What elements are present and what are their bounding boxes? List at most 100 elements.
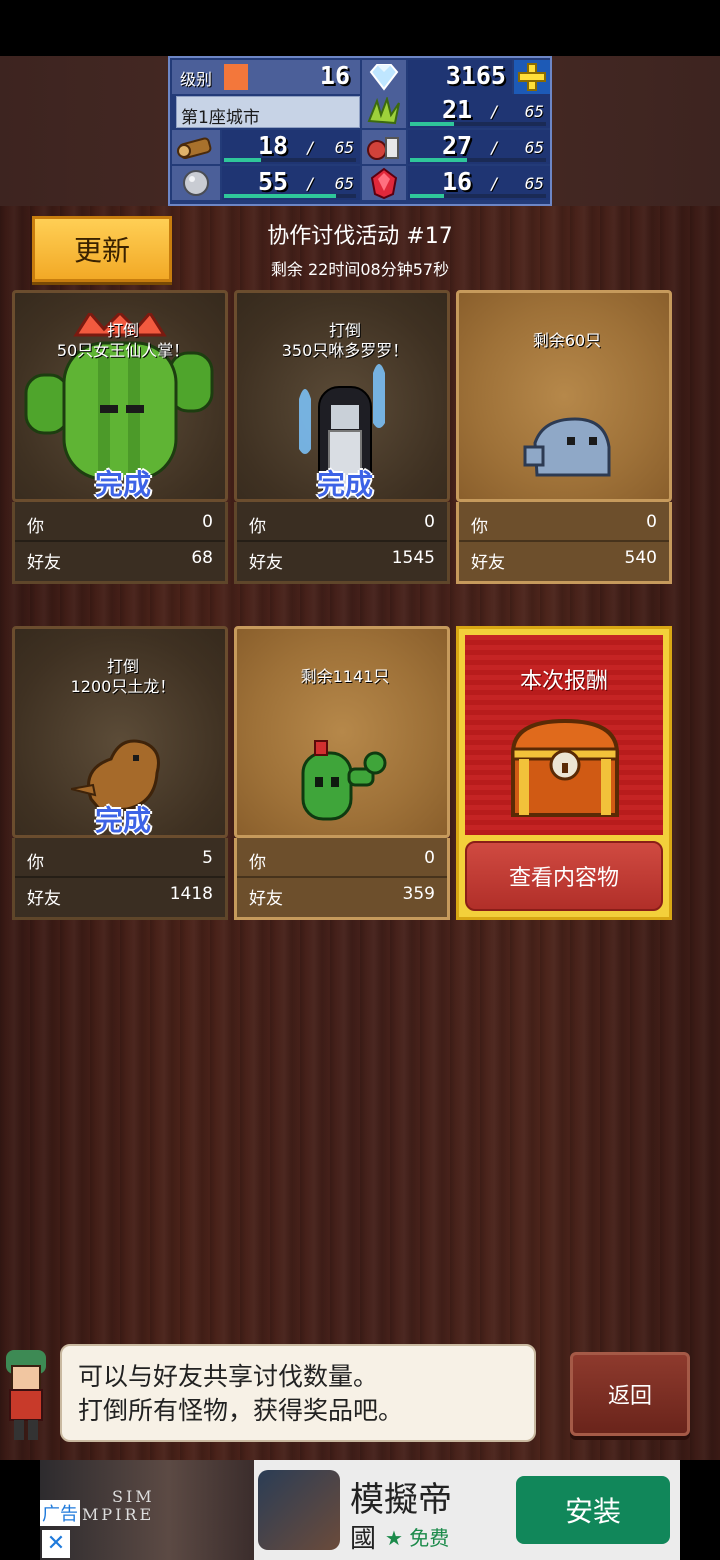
- goal-line-1: 打倒: [328, 321, 361, 340]
- goal-line-2: 1200只土龙！: [70, 677, 176, 696]
- friend-count: 68: [191, 548, 213, 568]
- plus-icon: [518, 63, 546, 91]
- ruby-icon-cell: [362, 166, 406, 200]
- city-name: 第1座城市: [181, 108, 260, 128]
- wood-cell: 18 / 65: [222, 130, 360, 164]
- you-count: 5: [202, 848, 213, 868]
- stone-value: 55: [258, 167, 289, 196]
- wood-value: 18: [258, 131, 289, 160]
- goal-line-1: 剩余1141只: [300, 667, 390, 686]
- refresh-button[interactable]: 更新: [32, 216, 172, 282]
- grass-cell: 21 / 65: [408, 94, 550, 128]
- food-cell: 27 / 65: [408, 130, 550, 164]
- ad-install-button[interactable]: 安装: [516, 1476, 670, 1544]
- stone-icon-cell: [172, 166, 220, 200]
- level-value: 16: [319, 61, 350, 90]
- ruby-bar-fill: [410, 194, 444, 198]
- monster-image-area: 剩余60只: [456, 290, 672, 502]
- friend-count: 359: [402, 884, 435, 904]
- goal-line-1: 剩余60只: [532, 331, 602, 350]
- card-stats: 你 5 好友 1418: [12, 838, 228, 920]
- monster-card-cactus-queen[interactable]: 打倒 50只女王仙人掌！ 完成 你 0 好友 68: [12, 290, 228, 584]
- reward-title: 本次报酬: [519, 669, 608, 694]
- grass-icon-cell: [362, 94, 406, 128]
- monster-image-area: 打倒 1200只土龙！ 完成: [12, 626, 228, 838]
- food-bar-fill: [410, 158, 468, 162]
- back-button[interactable]: 返回: [570, 1352, 690, 1436]
- monster-image-area: 打倒 350只咻多罗罗！ 完成: [234, 290, 450, 502]
- gem-count-cell: 3165: [408, 60, 512, 94]
- treasure-chest-icon: [510, 718, 620, 817]
- friend-label: 好友: [249, 889, 283, 909]
- card-stats: 你 0 好友 1545: [234, 502, 450, 584]
- wood-icon-cell: [172, 130, 220, 164]
- monster-card-earth-dragon[interactable]: 打倒 1200只土龙！ 完成 你 5 好友 1418: [12, 626, 228, 920]
- city-name-field: 第1座城市: [176, 96, 360, 128]
- ruby-icon: [370, 167, 398, 199]
- diamond-icon: [369, 64, 399, 91]
- stone-cell: 55 / 65: [222, 166, 360, 200]
- event-title: 协作讨伐活动 #17: [267, 224, 453, 249]
- status-bar: [0, 0, 720, 56]
- ad-banner[interactable]: SIM MPIRE 广告 ✕ 模擬帝 國 ★ 免费 安装: [40, 1460, 680, 1560]
- food-max: 65: [524, 138, 544, 157]
- advisor-character-avatar: [6, 1350, 46, 1440]
- friend-label: 好友: [27, 889, 61, 909]
- gem-icon-cell: [362, 60, 406, 94]
- you-label: 你: [249, 853, 266, 873]
- level-progress-icon: [224, 64, 248, 90]
- level-row: 级别 16: [172, 60, 360, 94]
- ruby-cell: 16 / 65: [408, 166, 550, 200]
- log-icon: [177, 137, 212, 160]
- stone-bar-fill: [224, 194, 337, 198]
- completed-label: 完成: [316, 468, 373, 501]
- monster-card-blue-blob[interactable]: 剩余60只 你 0 好友 540: [456, 290, 672, 584]
- friend-count: 540: [624, 548, 657, 568]
- wood-max: 65: [334, 138, 354, 157]
- you-count: 0: [202, 512, 213, 532]
- grass-bar-fill: [410, 122, 454, 126]
- ruby-bar: [410, 194, 546, 198]
- ad-close-icon[interactable]: ✕: [42, 1530, 70, 1558]
- completed-label: 完成: [94, 468, 151, 501]
- card-stats: 你 0 好友 359: [234, 838, 450, 920]
- reward-panel: 本次报酬: [465, 635, 663, 835]
- ad-app-name-2: 國: [350, 1524, 377, 1554]
- you-count: 0: [424, 512, 435, 532]
- card-stats: 你 0 好友 68: [12, 502, 228, 584]
- ad-label: 广告: [40, 1500, 80, 1526]
- add-gems-button[interactable]: [514, 60, 550, 94]
- goal-line-2: 50只女王仙人掌！: [56, 341, 190, 360]
- monster-image-area: 剩余1141只: [234, 626, 450, 838]
- friend-label: 好友: [249, 553, 283, 573]
- completed-label: 完成: [94, 804, 151, 837]
- you-count: 0: [424, 848, 435, 868]
- monster-card-ghost-girl[interactable]: 打倒 350只咻多罗罗！ 完成 你 0 好友 1545: [234, 290, 450, 584]
- view-contents-button[interactable]: 查看内容物: [465, 841, 663, 911]
- food-value: 27: [442, 131, 473, 160]
- stone-max: 65: [334, 174, 354, 193]
- you-count: 0: [646, 512, 657, 532]
- friend-label: 好友: [27, 553, 61, 573]
- stone-icon: [183, 170, 209, 196]
- card-stats: 你 0 好友 540: [456, 502, 672, 584]
- food-icon-cell: [362, 130, 406, 164]
- gem-count: 3165: [445, 61, 506, 90]
- goal-line-1: 打倒: [106, 657, 139, 676]
- goal-line-2: 350只咻多罗罗！: [281, 341, 409, 360]
- reward-card: 本次报酬 查看内容物: [456, 626, 672, 920]
- friend-count: 1545: [391, 548, 435, 568]
- wood-bar: [224, 158, 356, 162]
- hint-dialog: 可以与好友共享讨伐数量。 打倒所有怪物，获得奖品吧。: [60, 1344, 536, 1442]
- grass-bar: [410, 122, 546, 126]
- food-bar: [410, 158, 546, 162]
- you-label: 你: [471, 517, 488, 537]
- monster-image-area: 打倒 50只女王仙人掌！ 完成: [12, 290, 228, 502]
- grass-value: 21: [442, 95, 473, 124]
- goal-line-1: 打倒: [106, 321, 139, 340]
- you-label: 你: [27, 853, 44, 873]
- you-label: 你: [249, 517, 266, 537]
- ad-app-name: 模擬帝: [350, 1480, 452, 1520]
- monster-card-green-cactus[interactable]: 剩余1141只 你 0 好友 359: [234, 626, 450, 920]
- ad-app-icon: [258, 1470, 340, 1550]
